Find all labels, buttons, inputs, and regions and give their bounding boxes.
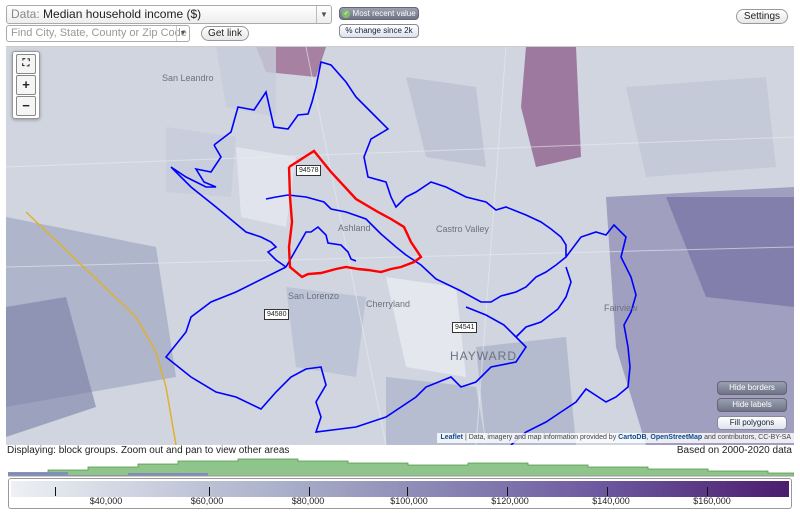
data-select-prefix: Data: <box>11 7 40 21</box>
choropleth-map <box>6 47 794 445</box>
legend-label: $80,000 <box>291 496 325 506</box>
legend-tick <box>507 487 508 496</box>
most-recent-value-button[interactable]: ✓ Most recent value <box>339 7 419 20</box>
percent-change-button[interactable]: % change since 2k <box>339 24 419 38</box>
settings-button[interactable]: Settings <box>736 9 788 24</box>
hide-borders-button[interactable]: Hide borders <box>717 381 787 395</box>
chevron-down-icon[interactable]: ▼ <box>316 6 331 23</box>
legend-color-ramp <box>11 481 789 497</box>
fill-polygons-button[interactable]: Fill polygons <box>717 416 787 430</box>
map-viewport[interactable]: San Leandro Castro Valley Ashland San Lo… <box>6 46 794 445</box>
legend-label: $40,000 <box>89 496 123 506</box>
legend-label: $100,000 <box>390 496 428 506</box>
color-legend: $40,000 $60,000 $80,000 $100,000 $120,00… <box>8 478 792 509</box>
legend-label: $120,000 <box>491 496 529 506</box>
get-link-button[interactable]: Get link <box>201 26 249 41</box>
legend-tick <box>407 487 408 496</box>
place-label-san-leandro: San Leandro <box>162 73 214 83</box>
legend-label: $140,000 <box>592 496 630 506</box>
legend-tick <box>607 487 608 496</box>
legend-label: $160,000 <box>693 496 731 506</box>
most-recent-value-label: Most recent value <box>352 9 416 18</box>
place-label-castro-valley: Castro Valley <box>436 224 489 234</box>
value-histogram <box>8 458 794 477</box>
check-icon: ✓ <box>342 9 351 18</box>
leaflet-link[interactable]: Leaflet <box>440 434 463 441</box>
zip-label-94580[interactable]: 94580 <box>264 309 290 320</box>
zoom-control: ⛶ + − <box>12 51 40 119</box>
fit-extent-icon[interactable]: ⛶ <box>16 54 36 74</box>
zip-label-94541[interactable]: 94541 <box>452 322 478 333</box>
legend-tick <box>707 487 708 496</box>
legend-tick <box>309 487 310 496</box>
place-label-hayward: HAYWARD <box>450 349 517 363</box>
map-attribution: Leaflet | Data, imagery and map informat… <box>437 433 794 443</box>
data-select[interactable]: Data: Median household income ($) ▼ <box>6 5 332 24</box>
attribution-text-1: | Data, imagery and map information prov… <box>463 434 619 441</box>
openstreetmap-link[interactable]: OpenStreetMap <box>650 434 702 441</box>
hide-labels-button[interactable]: Hide labels <box>717 398 787 412</box>
place-label-fairview: Fairview <box>604 303 638 313</box>
legend-tick <box>209 487 210 496</box>
search-placeholder: Find City, State, County or Zip Code <box>11 27 187 39</box>
legend-tick <box>55 487 56 496</box>
data-select-value: Median household income ($) <box>43 7 202 21</box>
search-dropdown-icon[interactable]: ▼ <box>176 26 189 41</box>
zoom-in-button[interactable]: + <box>16 75 36 95</box>
legend-label: $60,000 <box>190 496 224 506</box>
zip-label-94578[interactable]: 94578 <box>296 165 322 176</box>
cartodb-link[interactable]: CartoDB <box>618 434 646 441</box>
place-label-san-lorenzo: San Lorenzo <box>288 291 340 301</box>
place-label-ashland: Ashland <box>338 223 371 233</box>
place-label-cherryland: Cherryland <box>366 299 411 309</box>
zoom-out-button[interactable]: − <box>16 96 36 116</box>
attribution-text-3: and contributors, CC-BY-SA <box>702 434 791 441</box>
location-search-input[interactable]: Find City, State, County or Zip Code ▼ <box>6 25 190 42</box>
